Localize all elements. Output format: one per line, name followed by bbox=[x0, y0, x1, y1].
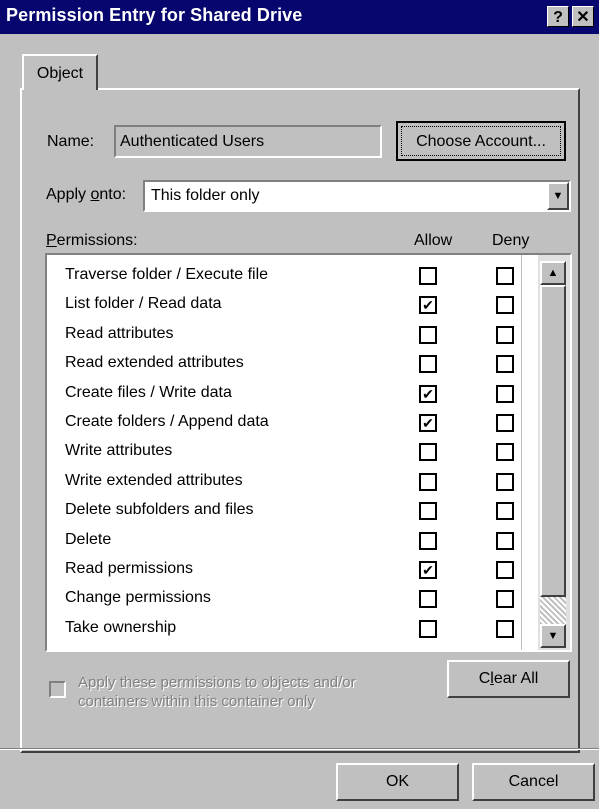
checkmark-icon: ✔ bbox=[422, 562, 434, 578]
deny-checkbox[interactable] bbox=[496, 384, 514, 403]
deny-column-header: Deny bbox=[492, 232, 530, 249]
tab-object-label: Object bbox=[36, 65, 84, 82]
deny-checkbox[interactable] bbox=[496, 325, 514, 344]
allow-checkbox[interactable] bbox=[419, 267, 437, 285]
allow-checkbox[interactable] bbox=[419, 502, 437, 521]
deny-checkbox[interactable] bbox=[496, 561, 514, 579]
apply-onto-value: This folder only bbox=[151, 187, 260, 204]
name-value: Authenticated Users bbox=[120, 133, 265, 150]
deny-checkbox[interactable] bbox=[496, 296, 514, 315]
permission-row: Read extended attributes bbox=[47, 350, 523, 379]
scroll-track[interactable] bbox=[540, 597, 566, 624]
permission-row: Write attributes bbox=[47, 438, 523, 467]
clear-all-button[interactable]: Clear All bbox=[447, 660, 570, 698]
permission-row: Create folders / Append data ✔ bbox=[47, 409, 523, 438]
ok-button[interactable]: OK bbox=[336, 763, 459, 801]
choose-account-button[interactable]: Choose Account... bbox=[396, 121, 566, 161]
permission-row: Read attributes bbox=[47, 321, 523, 350]
close-button[interactable]: ✕ bbox=[572, 6, 594, 27]
apply-children-line2: containers within this container only bbox=[78, 693, 315, 710]
permissions-rows: Traverse folder / Execute file List folde… bbox=[47, 262, 523, 642]
apply-children-line1: Apply these permissions to objects and/o… bbox=[78, 674, 356, 691]
permission-row: List folder / Read data ✔ bbox=[47, 291, 523, 320]
deny-checkbox[interactable] bbox=[496, 267, 514, 285]
name-label: Name: bbox=[47, 133, 95, 150]
permission-name: Read permissions bbox=[65, 560, 194, 577]
permission-row: Read permissions ✔ bbox=[47, 556, 523, 585]
close-icon: ✕ bbox=[576, 9, 590, 26]
allow-checkbox[interactable] bbox=[419, 619, 437, 638]
permission-row: Delete subfolders and files bbox=[47, 497, 523, 526]
permission-row: Create files / Write data ✔ bbox=[47, 380, 523, 409]
permission-name: Create folders / Append data bbox=[65, 413, 269, 430]
permission-name: Read extended attributes bbox=[65, 354, 244, 372]
permission-name: Take ownership bbox=[65, 618, 177, 636]
allow-checkbox[interactable]: ✔ bbox=[419, 384, 437, 403]
dropdown-arrow-button[interactable]: ▼ bbox=[547, 182, 569, 210]
allow-checkbox[interactable] bbox=[419, 325, 437, 344]
deny-checkbox[interactable] bbox=[496, 355, 514, 374]
cancel-button[interactable]: Cancel bbox=[472, 763, 595, 801]
allow-checkbox[interactable]: ✔ bbox=[419, 414, 437, 432]
allow-checkbox[interactable]: ✔ bbox=[419, 561, 437, 579]
checkmark-icon: ✔ bbox=[422, 385, 434, 402]
tab-object[interactable]: Object bbox=[22, 54, 98, 90]
scroll-down-button[interactable]: ▼ bbox=[540, 624, 566, 648]
deny-checkbox[interactable] bbox=[496, 590, 514, 609]
permission-name: Write extended attributes bbox=[65, 471, 243, 489]
checkmark-icon: ✔ bbox=[422, 297, 434, 314]
list-divider bbox=[521, 255, 522, 650]
chevron-down-icon: ▼ bbox=[552, 190, 564, 202]
permission-name: List folder / Read data bbox=[65, 295, 222, 313]
arrow-up-icon: ▲ bbox=[547, 267, 559, 279]
permission-row: Traverse folder / Execute file bbox=[47, 262, 523, 291]
choose-account-label: Choose Account... bbox=[401, 126, 561, 156]
allow-checkbox[interactable] bbox=[419, 472, 437, 491]
permission-name: Traverse folder / Execute file bbox=[65, 266, 269, 283]
name-field: Authenticated Users bbox=[114, 125, 382, 158]
apply-onto-label: Apply onto: bbox=[46, 186, 127, 203]
apply-onto-select[interactable]: This folder only ▼ bbox=[143, 180, 571, 212]
deny-checkbox[interactable] bbox=[496, 414, 514, 432]
window-title: Permission Entry for Shared Drive bbox=[6, 5, 303, 25]
deny-checkbox[interactable] bbox=[496, 531, 514, 550]
deny-checkbox[interactable] bbox=[496, 443, 514, 462]
deny-checkbox[interactable] bbox=[496, 502, 514, 521]
scroll-up-button[interactable]: ▲ bbox=[540, 261, 566, 285]
permissions-list: Traverse folder / Execute file List folde… bbox=[45, 253, 572, 652]
allow-checkbox[interactable] bbox=[419, 531, 437, 550]
permission-name: Delete bbox=[65, 530, 112, 548]
title-bar: Permission Entry for Shared Drive ? ✕ bbox=[0, 0, 599, 34]
permission-name: Delete subfolders and files bbox=[65, 501, 254, 519]
permission-row: Write extended attributes bbox=[47, 468, 523, 497]
apply-children-checkbox[interactable] bbox=[49, 681, 66, 698]
deny-checkbox[interactable] bbox=[496, 619, 514, 638]
permission-row: Change permissions bbox=[47, 585, 523, 614]
arrow-down-icon: ▼ bbox=[547, 630, 559, 642]
permission-name: Write attributes bbox=[65, 442, 173, 460]
scroll-thumb[interactable] bbox=[540, 285, 566, 597]
allow-checkbox[interactable] bbox=[419, 355, 437, 374]
permission-row: Delete bbox=[47, 527, 523, 556]
permission-name: Read attributes bbox=[65, 324, 174, 342]
allow-column-header: Allow bbox=[414, 232, 453, 249]
separator bbox=[0, 748, 599, 750]
deny-checkbox[interactable] bbox=[496, 472, 514, 491]
allow-checkbox[interactable]: ✔ bbox=[419, 296, 437, 315]
allow-checkbox[interactable] bbox=[419, 443, 437, 462]
allow-checkbox[interactable] bbox=[419, 590, 437, 609]
scrollbar[interactable]: ▲ ▼ bbox=[538, 255, 570, 650]
permission-row: Take ownership bbox=[47, 615, 523, 644]
help-button[interactable]: ? bbox=[547, 6, 569, 27]
permission-name: Create files / Write data bbox=[65, 383, 232, 401]
permission-name: Change permissions bbox=[65, 589, 211, 607]
permissions-label: Permissions: bbox=[46, 232, 138, 249]
apply-children-label: Apply these permissions to objects and/o… bbox=[78, 673, 356, 711]
checkmark-icon: ✔ bbox=[422, 415, 434, 431]
